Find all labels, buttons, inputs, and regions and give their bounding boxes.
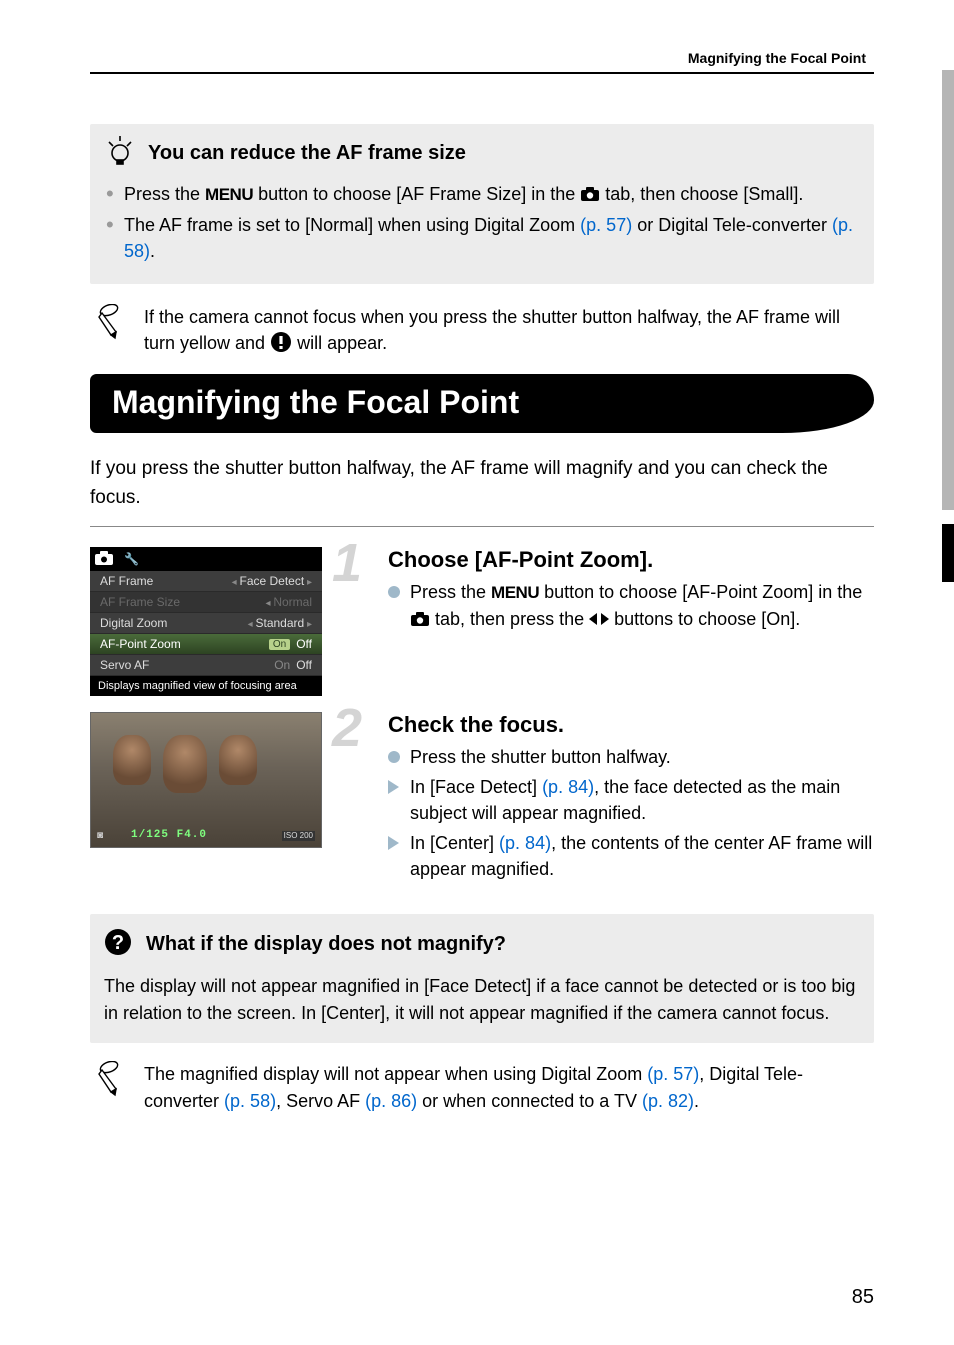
step2-bullet-2: In [Face Detect] (p. 84), the face detec…: [388, 774, 874, 826]
step-number-2: 2: [332, 710, 362, 748]
left-right-arrows-icon: [589, 609, 609, 629]
menu-row-digital-zoom: Digital Zoom◂ Standard ▸: [90, 613, 322, 634]
step-number-1: 1: [332, 545, 362, 583]
camera-icon: [410, 609, 430, 629]
step1-heading: Choose [AF-Point Zoom].: [388, 547, 874, 573]
running-header: Magnifying the Focal Point: [90, 50, 874, 66]
step2-heading: Check the focus.: [388, 712, 874, 738]
menu-row-servo-af: Servo AFOnOff: [90, 655, 322, 676]
pencil-icon: [96, 304, 126, 356]
photo-preview: ◙ 1/125 F4.0 ISO 200: [90, 712, 322, 848]
menu-row-af-point-zoom: AF-Point ZoomOnOff: [90, 634, 322, 655]
menu-text: MENU: [491, 583, 539, 602]
link-p82[interactable]: (p. 82): [642, 1091, 694, 1111]
menu-text: MENU: [205, 185, 253, 204]
qa-title: What if the display does not magnify?: [146, 933, 506, 956]
step1-bullet: Press the MENU button to choose [AF-Poin…: [388, 579, 874, 632]
camera-icon: [580, 184, 600, 204]
step2-bullet-3: In [Center] (p. 84), the contents of the…: [388, 830, 874, 882]
menu-row-af-frame: AF Frame◂ Face Detect ▸: [90, 571, 322, 592]
svg-text:?: ?: [112, 932, 124, 954]
menu-row-af-frame-size: AF Frame Size◂ Normal: [90, 592, 322, 613]
divider: [90, 526, 874, 527]
qa-block: ? What if the display does not magnify? …: [90, 914, 874, 1043]
link-p58-b[interactable]: (p. 58): [224, 1091, 276, 1111]
link-p86[interactable]: (p. 86): [365, 1091, 417, 1111]
menu-screenshot: 🔧 AF Frame◂ Face Detect ▸ AF Frame Size◂…: [90, 547, 322, 696]
menu-footer: Displays magnified view of focusing area: [90, 676, 322, 696]
link-p57[interactable]: (p. 57): [580, 215, 632, 235]
side-tab-black: [942, 524, 954, 582]
pencil-icon: [96, 1061, 126, 1115]
question-icon: ?: [104, 928, 132, 961]
photo-exposure-text: 1/125 F4.0: [131, 829, 207, 841]
tip-bullet-1: Press the MENU button to choose [AF Fram…: [106, 181, 858, 208]
final-note: The magnified display will not appear wh…: [96, 1061, 874, 1115]
tip-title: You can reduce the AF frame size: [148, 142, 466, 165]
wrench-tab-icon: 🔧: [124, 552, 139, 566]
photo-iso-text: ISO 200: [282, 831, 315, 841]
qa-body: The display will not appear magnified in…: [104, 973, 856, 1027]
note-cannot-focus: If the camera cannot focus when you pres…: [96, 304, 874, 356]
header-underline: [90, 72, 874, 74]
link-p84-face[interactable]: (p. 84): [542, 777, 594, 797]
step2-bullet-1: Press the shutter button halfway.: [388, 744, 874, 770]
page-number: 85: [852, 1286, 874, 1309]
tip-bullet-2: The AF frame is set to [Normal] when usi…: [106, 212, 858, 264]
photo-corner-icon: ◙: [97, 830, 103, 841]
tip-af-frame-size: You can reduce the AF frame size Press t…: [90, 124, 874, 284]
link-p84-center[interactable]: (p. 84): [499, 833, 551, 853]
section-intro: If you press the shutter button halfway,…: [90, 455, 874, 512]
link-p57-b[interactable]: (p. 57): [647, 1064, 699, 1084]
lightbulb-icon: [106, 136, 134, 171]
warning-icon: [270, 333, 292, 353]
side-tab-grey: [942, 70, 954, 510]
section-title: Magnifying the Focal Point: [90, 374, 874, 433]
camera-tab-icon: [94, 550, 114, 569]
